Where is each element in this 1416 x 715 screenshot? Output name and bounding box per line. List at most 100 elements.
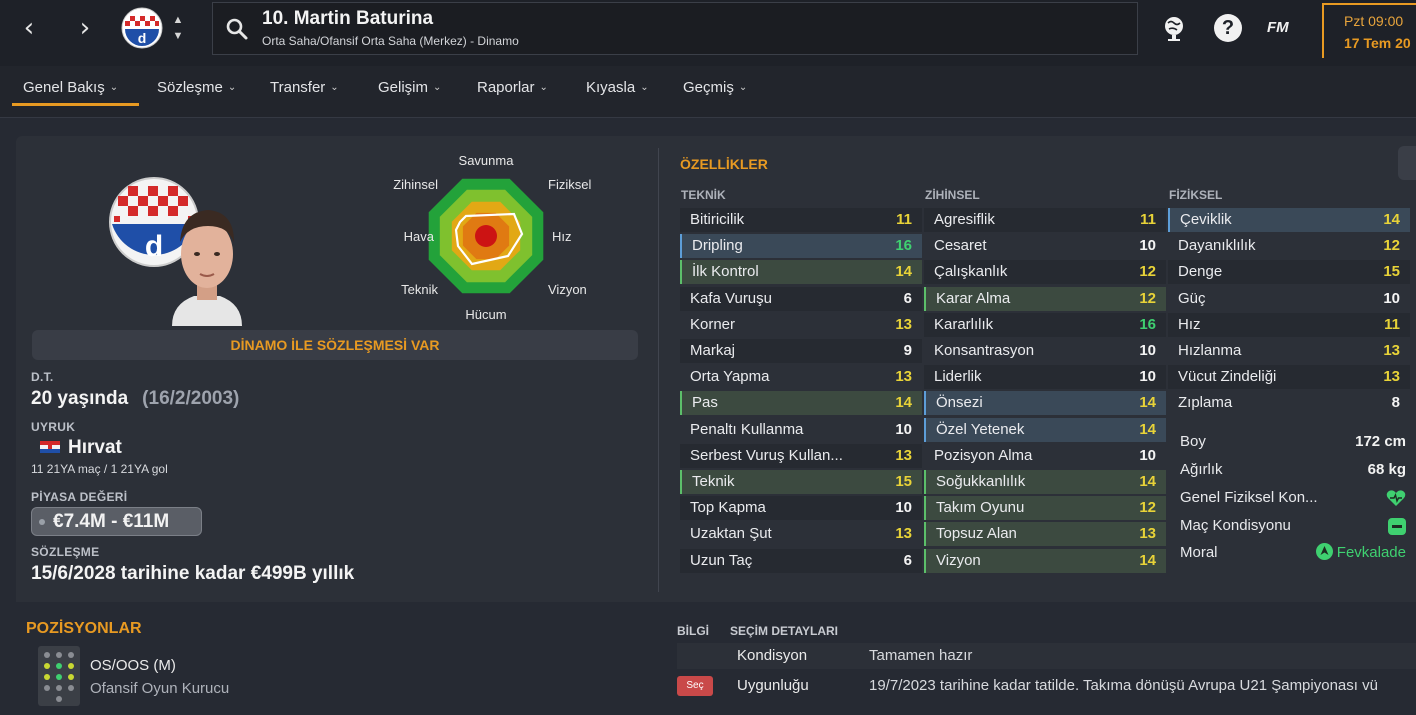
club-crest-icon[interactable]: d <box>121 7 163 49</box>
pitch-dot <box>68 674 74 680</box>
attribute-row[interactable]: Zıplama 8 <box>1168 391 1410 415</box>
search-icon[interactable] <box>225 17 249 41</box>
tab-overview[interactable]: Genel Bakış ⌄ <box>23 79 118 96</box>
attribute-row[interactable]: Özel Yetenek 14 <box>924 417 1166 442</box>
attribute-name: Çeviklik <box>1180 211 1232 228</box>
attribute-name: Korner <box>690 315 736 333</box>
attribute-value: 10 <box>895 420 912 438</box>
attribute-row[interactable]: Karar Alma 12 <box>924 286 1166 311</box>
attribute-row[interactable]: Liderlik 10 <box>924 365 1166 390</box>
info-section: BİLGİ SEÇİM DETAYLARI Kondisyon Tamamen … <box>660 608 1416 715</box>
attribute-row[interactable]: Agresiflik 11 <box>924 208 1166 232</box>
info-row-availability: Uygunluğu 19/7/2023 tarihine kadar tatil… <box>677 673 1416 699</box>
tab-info[interactable]: BİLGİ <box>677 624 709 638</box>
attribute-row[interactable]: Vizyon 14 <box>924 548 1166 573</box>
attribute-row[interactable]: Teknik 15 <box>680 470 922 494</box>
attribute-row[interactable]: Uzun Taç 6 <box>680 548 922 573</box>
svg-text:d: d <box>145 230 163 263</box>
attribute-row[interactable]: Dripling 16 <box>680 234 922 259</box>
attribute-row[interactable]: Takım Oyunu 12 <box>924 496 1166 521</box>
attribute-value: 14 <box>1139 420 1156 438</box>
attribute-row[interactable]: Penaltı Kullanma 10 <box>680 418 922 442</box>
nationality-label: UYRUK <box>31 420 76 434</box>
match-fitness-row[interactable]: Maç Kondisyonu <box>1180 514 1406 538</box>
attribute-row[interactable]: Korner 13 <box>680 313 922 337</box>
croatia-flag-icon <box>40 441 60 453</box>
globe-icon[interactable] <box>1160 14 1188 42</box>
attribute-name: Soğukkanlılık <box>936 473 1026 490</box>
attribute-name: Önsezi <box>936 394 983 412</box>
morale-row[interactable]: Moral Fevkalade <box>1180 541 1406 565</box>
attribute-value: 10 <box>1139 368 1156 386</box>
pitch-dot <box>56 674 62 680</box>
attribute-row[interactable]: Uzaktan Şut 13 <box>680 522 922 546</box>
tab-compare[interactable]: Kıyasla ⌄ <box>586 79 649 96</box>
player-photo <box>172 210 242 326</box>
attribute-name: Pozisyon Alma <box>934 446 1033 464</box>
tab-contract[interactable]: Sözleşme ⌄ <box>157 79 236 96</box>
attribute-name: Hız <box>1178 315 1201 333</box>
date-continue-widget[interactable]: Pzt 09:00 17 Tem 20 <box>1322 3 1416 58</box>
date-time: Pzt 09:00 <box>1344 13 1404 29</box>
attribute-row[interactable]: Dayanıklılık 12 <box>1168 234 1410 258</box>
attribute-name: Markaj <box>690 342 736 359</box>
attribute-row[interactable]: Çeviklik 14 <box>1168 208 1410 232</box>
pitch-dot <box>44 685 50 691</box>
attribute-value: 8 <box>1391 394 1400 412</box>
back-button[interactable]: ‹ <box>14 14 44 44</box>
positions-title: POZİSYONLAR <box>26 620 142 637</box>
attribute-row[interactable]: Kafa Vuruşu 6 <box>680 286 922 311</box>
attribute-row[interactable]: Denge 15 <box>1168 260 1410 285</box>
attribute-row[interactable]: Bitiricilik 11 <box>680 208 922 232</box>
attribute-row[interactable]: Hızlanma 13 <box>1168 339 1410 363</box>
attribute-row[interactable]: İlk Kontrol 14 <box>680 260 922 285</box>
radar-label-teknik: Teknik <box>401 282 438 297</box>
attribute-value: 16 <box>1139 315 1156 333</box>
fm-logo-icon[interactable]: FM <box>1267 14 1297 42</box>
tab-reports[interactable]: Raporlar ⌄ <box>477 79 548 96</box>
select-button[interactable]: Seç <box>677 676 713 696</box>
attribute-row[interactable]: Soğukkanlılık 14 <box>924 470 1166 494</box>
attribute-row[interactable]: Pozisyon Alma 10 <box>924 444 1166 468</box>
attributes-options-tab[interactable] <box>1398 146 1416 180</box>
age-text: 20 yaşında <box>31 388 129 409</box>
tab-bar: Genel Bakış ⌄ Sözleşme ⌄ Transfer ⌄ Gelişim… <box>0 66 1416 118</box>
attribute-row[interactable]: Önsezi 14 <box>924 391 1166 416</box>
market-value-tag[interactable]: €7.4M - €11M <box>31 507 202 536</box>
tab-selection-details[interactable]: SEÇİM DETAYLARI <box>730 624 838 638</box>
fitness-row[interactable]: Genel Fiziksel Kon... <box>1180 486 1406 510</box>
attribute-row[interactable]: Hız 11 <box>1168 312 1410 337</box>
player-name-title: 10. Martin Baturina <box>262 8 434 29</box>
position-pitch-map <box>38 646 80 706</box>
attribute-row[interactable]: Serbest Vuruş Kullan... 13 <box>680 443 922 468</box>
attribute-row[interactable]: Güç 10 <box>1168 287 1410 311</box>
pitch-dot <box>56 652 62 658</box>
nationality-value[interactable]: Hırvat <box>68 437 122 459</box>
tab-development[interactable]: Gelişim ⌄ <box>378 79 441 96</box>
attribute-row[interactable]: Konsantrasyon 10 <box>924 339 1166 363</box>
attribute-row[interactable]: Cesaret 10 <box>924 234 1166 258</box>
help-icon[interactable]: ? <box>1214 14 1242 42</box>
morale-label: Moral <box>1180 544 1218 561</box>
pitch-dot <box>44 674 50 680</box>
attribute-row[interactable]: Orta Yapma 13 <box>680 365 922 389</box>
attribute-row[interactable]: Top Kapma 10 <box>680 496 922 521</box>
tab-transfer[interactable]: Transfer ⌄ <box>270 79 339 96</box>
role-name[interactable]: Ofansif Oyun Kurucu <box>90 680 229 697</box>
player-search-bar[interactable]: 10. Martin Baturina Orta Saha/Ofansif Or… <box>212 2 1138 55</box>
attribute-row[interactable]: Vücut Zindeliği 13 <box>1168 365 1410 390</box>
attribute-name: Takım Oyunu <box>936 499 1025 517</box>
tab-history[interactable]: Geçmiş ⌄ <box>683 79 747 96</box>
radar-label-fiziksel: Fiziksel <box>548 177 591 192</box>
attribute-name: Vizyon <box>936 551 981 569</box>
attributes-section: ÖZELLİKLER TEKNİK ZİHİNSEL FİZİKSEL Biti… <box>680 136 1416 602</box>
info-value: 19/7/2023 tarihine kadar tatilde. Takıma… <box>869 677 1378 694</box>
attribute-row[interactable]: Pas 14 <box>680 391 922 416</box>
attribute-row[interactable]: Topsuz Alan 13 <box>924 522 1166 547</box>
pitch-dot <box>68 685 74 691</box>
attribute-row[interactable]: Markaj 9 <box>680 339 922 363</box>
club-switch-arrows[interactable]: ▲ ▼ <box>170 12 186 46</box>
attribute-row[interactable]: Kararlılık 16 <box>924 312 1166 337</box>
forward-button[interactable]: › <box>70 14 100 44</box>
attribute-row[interactable]: Çalışkanlık 12 <box>924 260 1166 285</box>
